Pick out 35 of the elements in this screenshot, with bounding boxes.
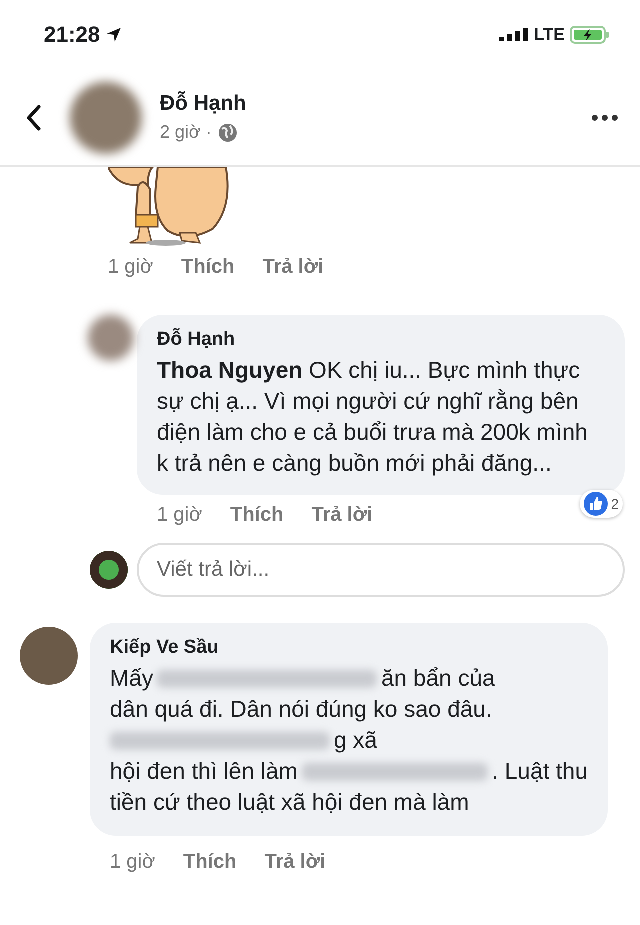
comment-text: dân quá đi. Dân nói đúng ko sao đâu. — [110, 695, 492, 724]
more-icon — [592, 114, 618, 120]
avatar — [90, 551, 128, 589]
like-link[interactable]: Thích — [230, 504, 284, 526]
reaction-count: 2 — [580, 490, 623, 518]
comment-time: 1 giờ — [157, 504, 202, 526]
reply-link[interactable]: Trả lời — [312, 504, 373, 526]
reply-link[interactable]: Trả lời — [262, 256, 324, 278]
back-icon — [26, 104, 42, 130]
comment-text: g xã — [334, 726, 378, 755]
globe-icon — [218, 122, 238, 142]
network-type: LTE — [534, 25, 565, 45]
comment-time: 1 giờ — [108, 256, 154, 278]
comment-time: 1 giờ — [110, 850, 156, 874]
comment-text: Thoa Nguyen OK chị iu... Bực mình thực sự chị ạ... Vì mọi người cứ nghĩ rằng bên điện làm cho e cả buổi trưa mà 200k mình k trả nên e càng buồn mới phải đăng... — [157, 356, 589, 478]
like-link[interactable]: Thích — [181, 256, 235, 278]
signal-icon — [499, 27, 530, 43]
comment-text: ăn bẩn của — [381, 664, 496, 693]
commenter-name[interactable]: Kiếp Ve Sầu — [110, 637, 588, 659]
location-arrow-icon — [106, 27, 122, 43]
avatar — [88, 315, 134, 361]
comment-text: Mấy — [110, 664, 154, 693]
like-link[interactable]: Thích — [183, 850, 237, 874]
post-time: 2 giờ · — [160, 122, 212, 143]
comment-text: hội đen thì lên làm — [110, 757, 298, 786]
comment-text: tiền cứ theo luật xã hội đen mà làm — [110, 788, 470, 817]
avatar — [70, 82, 142, 154]
status-time: 21:28 — [44, 22, 100, 48]
reply-link[interactable]: Trả lời — [264, 850, 326, 874]
author-name[interactable]: Đỗ Hạnh — [160, 92, 592, 116]
battery-icon — [570, 25, 610, 45]
commenter-name[interactable]: Đỗ Hạnh — [157, 329, 605, 351]
reply-field[interactable]: Viết trả lời... — [137, 543, 625, 597]
comment-text: . Luật thu — [492, 757, 588, 786]
like-icon — [584, 492, 608, 516]
